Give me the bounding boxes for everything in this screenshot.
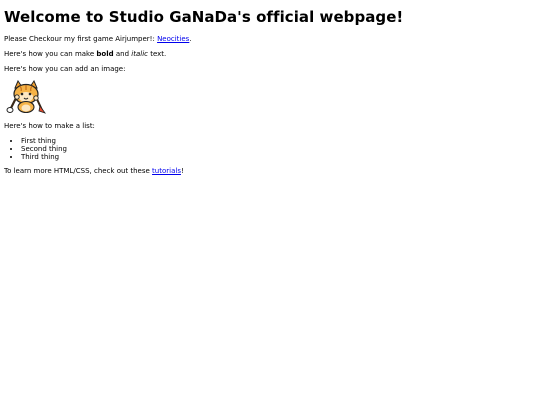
footer-suffix: ! xyxy=(180,167,184,175)
intro-prefix: Please Checkour my first game Airjumper!… xyxy=(4,35,158,43)
formatting-paragraph: Here's how you can make bold and italic … xyxy=(4,50,534,59)
footer-prefix: To learn more HTML/CSS, check out these xyxy=(4,167,153,175)
neocities-link[interactable]: Neocities xyxy=(157,35,189,43)
italic-word: italic xyxy=(131,50,148,58)
list-item: Second thing xyxy=(21,145,67,153)
example-list: First thing Second thing Third thing xyxy=(4,137,67,161)
intro-suffix: . xyxy=(189,35,192,43)
tutorials-link[interactable]: tutorials xyxy=(152,167,181,175)
intro-paragraph: Please Checkour my first game Airjumper!… xyxy=(4,35,534,44)
footer-paragraph: To learn more HTML/CSS, check out these … xyxy=(4,167,184,176)
page-title: Welcome to Studio GaNaDa's official webp… xyxy=(4,8,404,26)
formatting-prefix: Here's how you can make xyxy=(4,50,97,58)
neocities-cat-mascot-icon xyxy=(5,79,47,114)
list-item: Third thing xyxy=(21,153,67,161)
page-content: Welcome to Studio GaNaDa's official webp… xyxy=(4,0,534,175)
bold-word: bold xyxy=(96,50,114,58)
formatting-suffix: text. xyxy=(147,50,167,58)
list-heading: Here's how to make a list: xyxy=(4,122,95,130)
image-paragraph: Here's how you can add an image: xyxy=(4,65,126,73)
list-item: First thing xyxy=(21,137,67,145)
formatting-middle: and xyxy=(113,50,132,58)
